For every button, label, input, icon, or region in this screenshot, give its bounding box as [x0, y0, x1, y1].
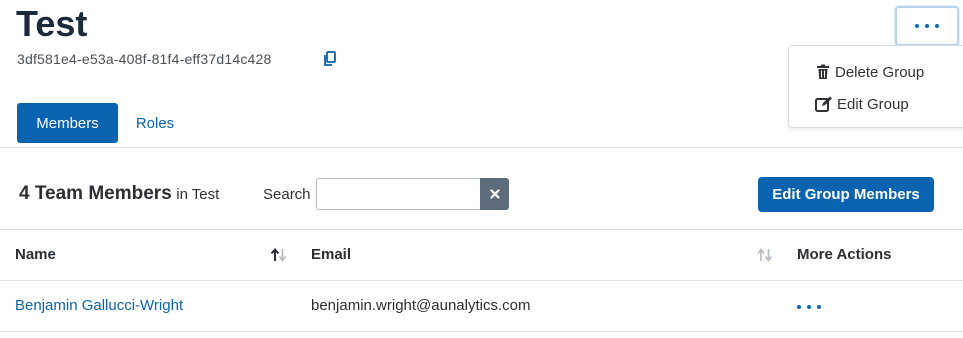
search-label: Search [263, 186, 311, 203]
close-icon [489, 189, 500, 199]
table-top-divider [0, 229, 963, 230]
sort-icon[interactable] [756, 247, 774, 263]
group-detail-page: Test 3df581e4-e53a-408f-81f4-eff37d14c42… [0, 0, 963, 338]
group-id: 3df581e4-e53a-408f-81f4-eff37d14c428 [17, 51, 272, 67]
group-context: in Test [176, 186, 220, 203]
dot-icon [915, 24, 919, 28]
members-count-heading: 4 Team Members in Test [19, 183, 219, 205]
column-header-name[interactable]: Name [15, 246, 56, 263]
menu-item-delete-group[interactable]: Delete Group [815, 60, 924, 84]
column-header-more-actions: More Actions [797, 246, 892, 263]
menu-item-label: Delete Group [835, 63, 925, 81]
divider [0, 147, 963, 148]
page-title: Test [16, 3, 88, 44]
sort-icon[interactable] [270, 247, 288, 263]
table-row-divider [0, 331, 963, 332]
dot-icon [807, 305, 811, 309]
dot-icon [925, 24, 929, 28]
member-email: benjamin.wright@aunalytics.com [311, 297, 531, 314]
trash-icon [817, 64, 829, 79]
copy-icon[interactable] [323, 51, 337, 67]
menu-item-label: Edit Group [837, 95, 909, 113]
row-actions-button[interactable] [797, 302, 827, 312]
dot-icon [817, 305, 821, 309]
search-input[interactable] [316, 178, 481, 210]
members-count: 4 Team Members [19, 183, 172, 204]
group-actions-menu: Delete Group Edit Group [788, 45, 963, 128]
tab-members[interactable]: Members [17, 103, 118, 143]
edit-icon [815, 96, 832, 112]
table-header-divider [0, 280, 963, 281]
column-header-email[interactable]: Email [311, 246, 351, 263]
tab-roles[interactable]: Roles [124, 103, 186, 143]
menu-item-edit-group[interactable]: Edit Group [815, 92, 909, 116]
dot-icon [935, 24, 939, 28]
dot-icon [797, 305, 801, 309]
search-clear-button[interactable] [480, 178, 509, 210]
group-actions-button[interactable] [895, 6, 959, 46]
edit-group-members-button[interactable]: Edit Group Members [758, 177, 934, 212]
member-name-link[interactable]: Benjamin Gallucci-Wright [15, 297, 183, 314]
